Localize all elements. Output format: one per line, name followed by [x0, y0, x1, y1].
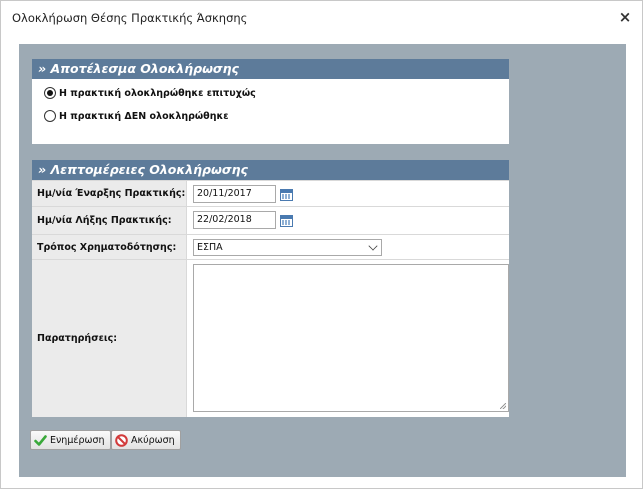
- end-date-label: Ημ/νία Λήξης Πρακτικής:: [32, 207, 187, 234]
- title-bar: Ολοκλήρωση Θέσης Πρακτικής Άσκησης ×: [1, 1, 642, 35]
- radio-success[interactable]: [44, 87, 56, 99]
- radio-failure-label: Η πρακτική ΔΕΝ ολοκληρώθηκε: [59, 110, 229, 122]
- details-section: » Λεπτομέρειες Ολοκλήρωσης Ημ/νία Έναρξη…: [32, 160, 509, 417]
- end-date-input[interactable]: 22/02/2018: [193, 211, 276, 229]
- funding-label: Τρόπος Χρηματοδότησης:: [32, 235, 187, 259]
- dialog-window: Ολοκλήρωση Θέσης Πρακτικής Άσκησης × » Α…: [0, 0, 643, 489]
- cancel-button-label: Ακύρωση: [131, 434, 175, 446]
- funding-select-value: ΕΣΠΑ: [197, 242, 223, 253]
- calendar-icon[interactable]: [280, 215, 293, 227]
- checkmark-icon: [34, 434, 47, 446]
- notes-row: Παρατηρήσεις:: [32, 259, 509, 417]
- calendar-icon[interactable]: [280, 189, 293, 201]
- radio-success-label: Η πρακτική ολοκληρώθηκε επιτυχώς: [59, 87, 256, 99]
- notes-label: Παρατηρήσεις:: [32, 260, 187, 417]
- chevron-down-icon: [368, 241, 378, 251]
- update-button[interactable]: Ενημέρωση: [30, 430, 111, 450]
- notes-textarea[interactable]: [193, 264, 509, 412]
- resize-grip-icon[interactable]: [500, 403, 506, 409]
- cancel-icon: [115, 433, 128, 447]
- dialog-title: Ολοκλήρωση Θέσης Πρακτικής Άσκησης: [12, 11, 248, 25]
- funding-select[interactable]: ΕΣΠΑ: [193, 239, 382, 256]
- dialog-content: » Αποτέλεσμα Ολοκλήρωσης Η πρακτική ολοκ…: [19, 44, 626, 477]
- funding-row: Τρόπος Χρηματοδότησης: ΕΣΠΑ: [32, 234, 509, 259]
- start-date-input[interactable]: 20/11/2017: [193, 185, 276, 203]
- close-icon[interactable]: ×: [618, 9, 632, 25]
- start-date-label: Ημ/νία Έναρξης Πρακτικής:: [32, 181, 187, 206]
- radio-failure[interactable]: [44, 110, 56, 122]
- cancel-button[interactable]: Ακύρωση: [111, 430, 181, 450]
- radio-option-failure[interactable]: Η πρακτική ΔΕΝ ολοκληρώθηκε: [44, 108, 229, 124]
- start-date-row: Ημ/νία Έναρξης Πρακτικής: 20/11/2017: [32, 180, 509, 206]
- end-date-row: Ημ/νία Λήξης Πρακτικής: 22/02/2018: [32, 206, 509, 234]
- details-section-header: » Λεπτομέρειες Ολοκλήρωσης: [32, 160, 509, 180]
- result-section: » Αποτέλεσμα Ολοκλήρωσης Η πρακτική ολοκ…: [32, 59, 509, 144]
- update-button-label: Ενημέρωση: [50, 434, 105, 446]
- radio-option-success[interactable]: Η πρακτική ολοκληρώθηκε επιτυχώς: [44, 85, 256, 101]
- result-section-header: » Αποτέλεσμα Ολοκλήρωσης: [32, 59, 509, 79]
